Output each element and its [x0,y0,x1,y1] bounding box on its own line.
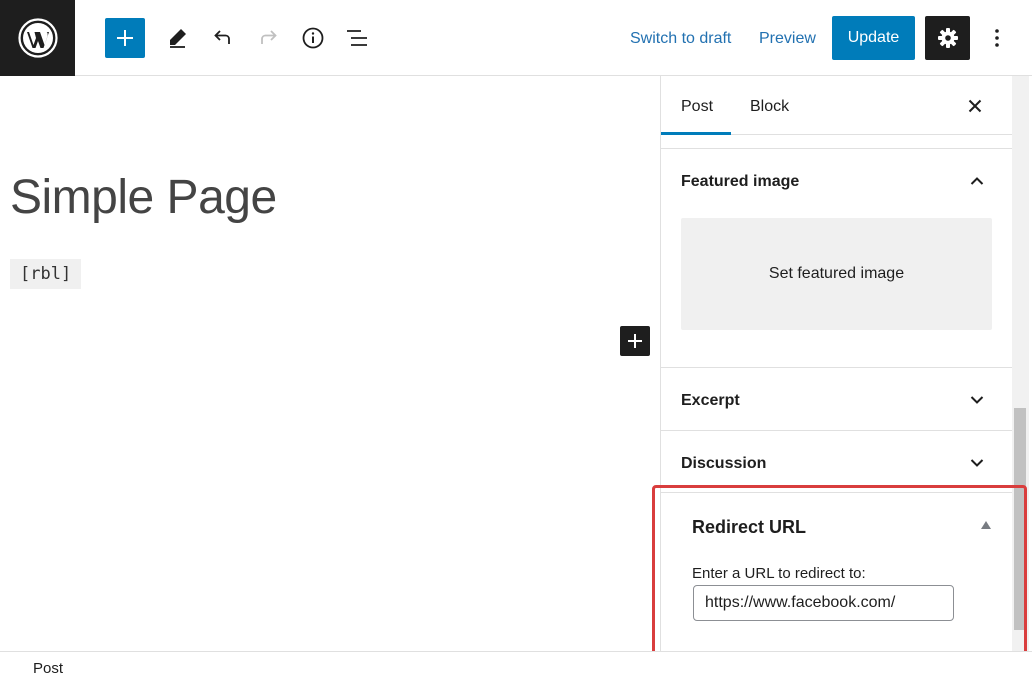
redirect-url-input[interactable] [693,585,954,621]
options-button[interactable] [982,22,1012,54]
tab-block[interactable]: Block [750,96,789,118]
sidebar-scrollbar-thumb[interactable] [1014,408,1026,630]
redo-button[interactable] [250,20,286,56]
tools-button[interactable] [159,20,195,56]
sidebar-tabs: Post Block [661,76,1012,135]
panel-toggle-discussion[interactable] [967,453,987,473]
redirect-url-label: Enter a URL to redirect to: [692,565,866,582]
shortcode-block[interactable]: [rbl] [10,259,82,289]
wordpress-logo[interactable] [0,0,75,76]
panel-toggle-featured-image[interactable] [967,171,987,191]
preview-button[interactable]: Preview [759,28,816,50]
panel-toggle-excerpt[interactable] [967,390,987,410]
active-tab-indicator [661,132,731,135]
panel-excerpt[interactable]: Excerpt [661,367,1012,430]
post-title[interactable]: Simple Page [10,170,277,226]
set-featured-image-button[interactable]: Set featured image [681,218,992,330]
panel-title-redirect-url[interactable]: Redirect URL [692,515,806,539]
settings-sidebar: Post Block Featured image Set featured i… [660,76,1032,651]
close-icon [968,99,982,113]
undo-button[interactable] [205,20,241,56]
panel-redirect-url: Redirect URL Enter a URL to redirect to: [661,492,1012,651]
gear-icon [937,28,958,48]
chevron-down-icon [970,396,984,404]
list-view-icon [347,30,367,46]
plus-icon [628,334,642,348]
tab-post[interactable]: Post [681,96,713,118]
info-icon [302,27,324,49]
settings-button[interactable] [925,16,970,60]
chevron-down-icon [970,459,984,467]
panel-toggle-redirect-url[interactable] [979,518,993,532]
pencil-icon [170,29,186,48]
redo-icon [261,30,277,44]
block-inserter-button[interactable] [620,326,650,356]
update-button[interactable]: Update [832,16,915,60]
details-button[interactable] [295,20,331,56]
list-view-button[interactable] [340,20,376,56]
breadcrumb-post[interactable]: Post [33,659,63,679]
undo-icon [214,30,230,44]
panel-title-discussion[interactable]: Discussion [681,453,766,475]
panel-title-excerpt[interactable]: Excerpt [681,390,740,412]
editor-header: Switch to draft Preview Update [0,0,1032,76]
triangle-up-icon [981,521,991,529]
editor-canvas: Simple Page [rbl] [0,76,660,651]
more-vertical-icon [995,29,999,47]
block-breadcrumb-bar: Post [0,651,1032,682]
panel-discussion[interactable]: Discussion [661,430,1012,493]
panel-title-featured-image[interactable]: Featured image [681,171,799,193]
switch-to-draft-button[interactable]: Switch to draft [630,28,731,50]
plus-icon [117,30,133,46]
add-block-button[interactable] [105,18,145,58]
wordpress-icon [17,18,58,58]
chevron-up-icon [970,177,984,185]
close-sidebar-button[interactable] [961,94,989,118]
